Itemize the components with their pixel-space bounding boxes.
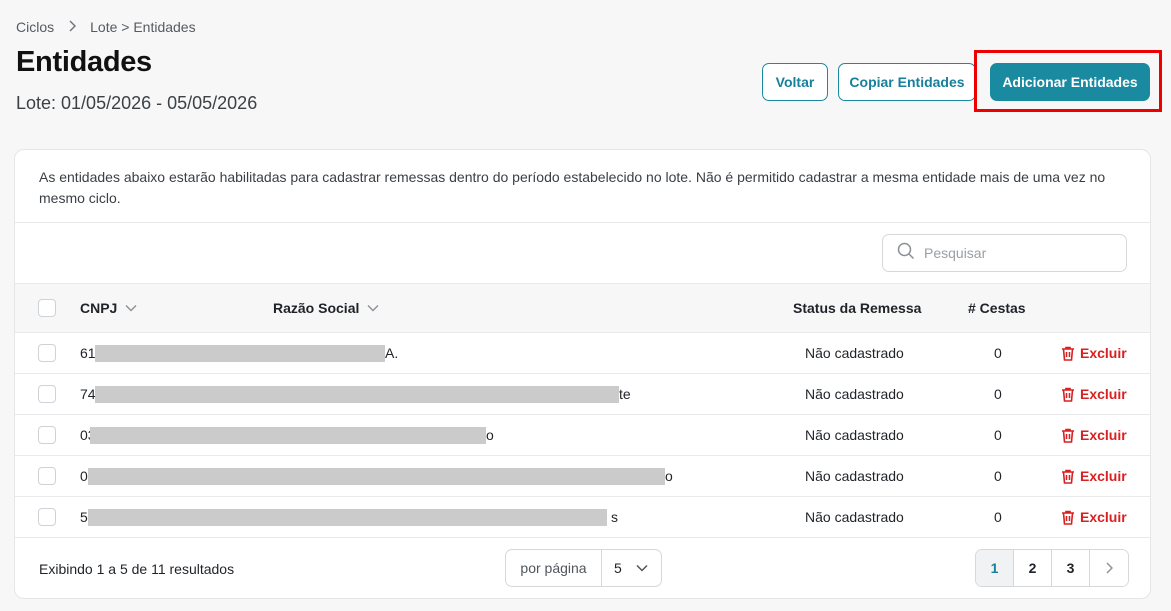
column-razao-label: Razão Social <box>273 300 360 316</box>
column-cnpj[interactable]: CNPJ <box>80 284 137 332</box>
row-checkbox[interactable] <box>38 426 56 444</box>
cestas-cell: 0 <box>994 345 1002 361</box>
breadcrumb: Ciclos Lote > Entidades <box>16 19 196 35</box>
table-footer: Exibindo 1 a 5 de 11 resultados por pági… <box>15 538 1150 598</box>
table-row: 0 o Não cadastrado 0 Excluir <box>15 456 1150 497</box>
cnpj-cell: 5 <box>80 509 88 525</box>
entities-card: As entidades abaixo estarão habilitadas … <box>14 149 1151 599</box>
cestas-cell: 0 <box>994 468 1002 484</box>
chevron-down-icon <box>125 304 137 312</box>
delete-label: Excluir <box>1080 345 1127 361</box>
cestas-cell: 0 <box>994 386 1002 402</box>
page-title: Entidades <box>16 46 152 78</box>
row-checkbox[interactable] <box>38 344 56 362</box>
per-page-value: 5 <box>614 560 622 576</box>
status-cell: Não cadastrado <box>805 386 904 402</box>
redacted-block <box>95 345 385 362</box>
page-2-button[interactable]: 2 <box>1014 550 1052 586</box>
row-checkbox[interactable] <box>38 467 56 485</box>
trash-icon <box>1062 469 1074 484</box>
delete-button[interactable]: Excluir <box>1061 333 1127 373</box>
search-input[interactable]: Pesquisar <box>882 234 1127 272</box>
delete-label: Excluir <box>1080 468 1127 484</box>
chevron-right-icon <box>1106 562 1113 574</box>
status-cell: Não cadastrado <box>805 345 904 361</box>
chevron-down-icon <box>367 304 379 312</box>
page-1-button[interactable]: 1 <box>976 550 1014 586</box>
column-cnpj-label: CNPJ <box>80 300 118 316</box>
cnpj-cell: 74 <box>80 386 96 402</box>
redacted-block <box>88 509 607 526</box>
trash-icon <box>1062 510 1074 525</box>
table-header: CNPJ Razão Social Status da Remessa # Ce… <box>15 284 1150 333</box>
table-row: 5 s Não cadastrado 0 Excluir <box>15 497 1150 538</box>
status-cell: Não cadastrado <box>805 509 904 525</box>
search-icon <box>897 242 915 265</box>
delete-button[interactable]: Excluir <box>1061 374 1127 414</box>
delete-button[interactable]: Excluir <box>1061 497 1127 537</box>
select-all-checkbox[interactable] <box>38 299 56 317</box>
search-row: Pesquisar <box>15 223 1150 284</box>
cestas-cell: 0 <box>994 427 1002 443</box>
column-cestas: # Cestas <box>968 300 1026 316</box>
row-checkbox[interactable] <box>38 385 56 403</box>
table-row: 74 te Não cadastrado 0 Excluir <box>15 374 1150 415</box>
results-summary: Exibindo 1 a 5 de 11 resultados <box>39 560 235 577</box>
pagination: 1 2 3 <box>975 549 1129 587</box>
search-placeholder: Pesquisar <box>924 245 987 261</box>
redacted-block <box>88 468 665 485</box>
page-3-button[interactable]: 3 <box>1052 550 1090 586</box>
info-text: As entidades abaixo estarão habilitadas … <box>15 150 1150 223</box>
column-razao-social[interactable]: Razão Social <box>273 284 379 332</box>
back-button[interactable]: Voltar <box>762 63 828 101</box>
status-cell: Não cadastrado <box>805 468 904 484</box>
per-page-label: por página <box>506 550 602 586</box>
trash-icon <box>1062 428 1074 443</box>
status-cell: Não cadastrado <box>805 427 904 443</box>
column-status: Status da Remessa <box>793 300 922 316</box>
trash-icon <box>1062 346 1074 361</box>
razao-cell: s <box>611 509 618 525</box>
table-row: 03 o Não cadastrado 0 Excluir <box>15 415 1150 456</box>
delete-label: Excluir <box>1080 427 1127 443</box>
delete-label: Excluir <box>1080 509 1127 525</box>
cnpj-cell: 0 <box>80 468 88 484</box>
next-page-button[interactable] <box>1090 550 1128 586</box>
add-entities-button[interactable]: Adicionar Entidades <box>990 63 1150 101</box>
razao-cell: o <box>665 468 673 484</box>
copy-entities-button[interactable]: Copiar Entidades <box>838 63 976 101</box>
trash-icon <box>1062 387 1074 402</box>
cnpj-cell: 61 <box>80 345 96 361</box>
breadcrumb-current: Lote > Entidades <box>90 19 196 35</box>
row-checkbox[interactable] <box>38 508 56 526</box>
page-subtitle: Lote: 01/05/2026 - 05/05/2026 <box>16 93 258 113</box>
chevron-down-icon <box>636 564 648 572</box>
delete-button[interactable]: Excluir <box>1061 456 1127 496</box>
cestas-cell: 0 <box>994 509 1002 525</box>
per-page-select[interactable]: por página 5 <box>505 549 662 587</box>
delete-button[interactable]: Excluir <box>1061 415 1127 455</box>
chevron-right-icon <box>68 20 77 35</box>
table-row: 61 A. Não cadastrado 0 Excluir <box>15 333 1150 374</box>
redacted-block <box>95 386 619 403</box>
razao-cell: A. <box>385 345 399 361</box>
delete-label: Excluir <box>1080 386 1127 402</box>
razao-cell: te <box>619 386 631 402</box>
breadcrumb-ciclos[interactable]: Ciclos <box>16 19 54 35</box>
razao-cell: o <box>486 427 494 443</box>
redacted-block <box>90 427 486 444</box>
